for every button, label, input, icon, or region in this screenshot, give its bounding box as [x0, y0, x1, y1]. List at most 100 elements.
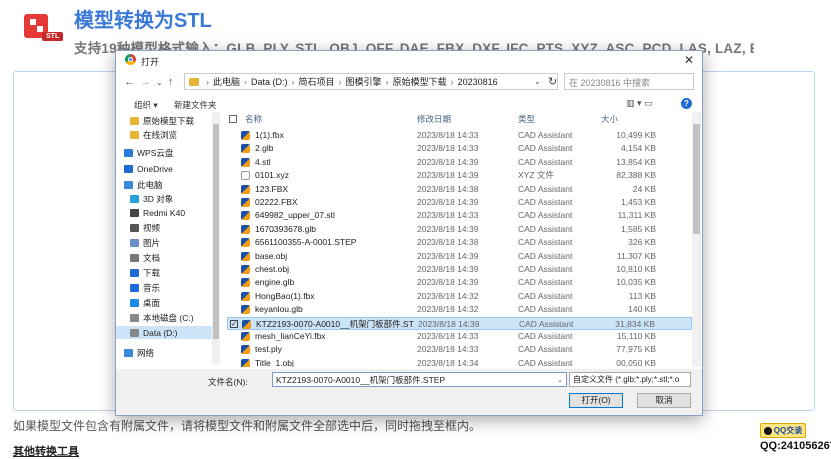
file-type: CAD Assistant	[519, 318, 574, 329]
open-file-dialog: 打开 ✕ ← → ⌄ ↑ › 此电脑 › Data (D:) › 简石项目 › 图模引擎 › 原始…	[115, 50, 703, 416]
up-arrow-icon[interactable]: ↑	[168, 76, 174, 88]
file-row[interactable]: 0101.xyz 2023/8/18 14:39 XYZ 文件 82,388 KB	[227, 169, 692, 182]
file-row[interactable]: 02222.FBX 2023/8/18 14:39 CAD Assistant 1,4…	[227, 196, 692, 209]
sidebar-item[interactable]: 文档	[116, 251, 212, 264]
cad-assistant-file-icon	[242, 319, 251, 329]
file-row[interactable]: ✓ KTZ2193-0070-A0010__机架门板部件.STEP 2023/8/1…	[227, 316, 692, 330]
checkbox-icon[interactable]: ✓	[230, 319, 238, 328]
sidebar-item[interactable]: Redmi K40	[116, 206, 212, 219]
sidebar-item[interactable]: 原始模型下载	[116, 114, 212, 127]
sidebar-item[interactable]: 在线浏览	[116, 128, 212, 141]
path-segment[interactable]: Data (D:)	[251, 77, 288, 87]
sidebar-item-label: 桌面	[143, 297, 161, 308]
file-type: XYZ 文件	[518, 170, 554, 181]
path-segment[interactable]: 原始模型下载	[393, 75, 447, 88]
filename-input[interactable]: KTZ2193-0070-A0010__机架门板部件.STEP	[272, 372, 567, 387]
new-folder-button[interactable]: 新建文件夹	[174, 99, 217, 111]
path-segment[interactable]: 简石项目	[299, 75, 335, 88]
open-button[interactable]: 打开(O)	[569, 393, 623, 408]
address-path[interactable]: › 此电脑 › Data (D:) › 简石项目 › 图模引擎 › 原始模型下载 › 20230816	[184, 73, 558, 90]
sidebar-item[interactable]: 视频	[116, 221, 212, 234]
chevron-down-icon[interactable]: ⌄	[557, 376, 563, 384]
sidebar-item-label: OneDrive	[137, 163, 173, 174]
sidebar-item[interactable]: 桌面	[116, 296, 212, 309]
cad-assistant-file-icon	[241, 251, 250, 261]
close-icon[interactable]: ✕	[684, 53, 694, 67]
file-name: 649982_upper_07.stl	[255, 210, 335, 221]
file-size: 11,311 KB	[617, 210, 656, 221]
column-header-type[interactable]: 类型	[518, 112, 535, 126]
file-type: CAD Assistant	[518, 223, 573, 234]
sidebar-item[interactable]: Data (D:)	[116, 326, 212, 339]
file-row[interactable]: keyanlou.glb 2023/8/18 14:32 CAD Assistant…	[227, 303, 692, 316]
sidebar-item[interactable]: WPS云盘	[116, 146, 212, 159]
sidebar-item[interactable]: OneDrive	[116, 162, 212, 175]
file-row[interactable]: test.ply 2023/8/18 14:33 CAD Assistant 77,9…	[227, 343, 692, 356]
path-segment[interactable]: 此电脑	[213, 75, 240, 88]
recent-locations-icon[interactable]: ⌄	[156, 78, 163, 87]
view-options-button[interactable]: ▥ ▾ ▭	[626, 98, 653, 109]
file-list-scroll-thumb[interactable]	[693, 124, 700, 234]
chevron-down-icon[interactable]: ⌄	[534, 77, 541, 86]
path-segment[interactable]: 图模引擎	[346, 75, 382, 88]
forward-arrow-icon[interactable]: →	[140, 76, 151, 88]
file-size: 1,585 KB	[621, 223, 656, 234]
sidebar-scrollbar[interactable]	[212, 112, 220, 365]
column-header-size[interactable]: 大小	[601, 112, 618, 126]
sidebar-item[interactable]: 3D 对象	[116, 192, 212, 205]
picture-icon	[130, 238, 139, 247]
file-row[interactable]: 2.glb 2023/8/18 14:33 CAD Assistant 4,154 K…	[227, 142, 692, 155]
path-segment[interactable]: 20230816	[458, 77, 498, 87]
file-type: CAD Assistant	[518, 156, 573, 167]
file-row[interactable]: 4.stl 2023/8/18 14:39 CAD Assistant 13,854 …	[227, 156, 692, 169]
cad-assistant-file-icon	[241, 358, 250, 367]
file-list-scrollbar[interactable]	[692, 112, 701, 367]
organize-button[interactable]: 组织 ▾	[134, 99, 158, 111]
sidebar-item-label: 网络	[137, 347, 155, 358]
column-header-name[interactable]: 名称	[245, 112, 262, 126]
sidebar-item-label: 本地磁盘 (C:)	[143, 312, 194, 323]
sidebar-item-label: 下载	[143, 267, 161, 278]
file-date: 2023/8/18 14:39	[417, 277, 479, 288]
file-row[interactable]: chest.obj 2023/8/18 14:39 CAD Assistant 10,…	[227, 263, 692, 276]
file-row[interactable]: mesh_lianCeYi.fbx 2023/8/18 14:33 CAD Assi…	[227, 330, 692, 343]
sidebar-item-label: Redmi K40	[143, 207, 186, 218]
sidebar-item[interactable]: 下载	[116, 266, 212, 279]
path-separator-icon: ›	[450, 76, 454, 87]
sidebar-item[interactable]: 此电脑	[116, 178, 212, 191]
file-row[interactable]: base.obj 2023/8/18 14:39 CAD Assistant 11,3…	[227, 250, 692, 263]
music-icon	[130, 283, 139, 292]
file-type-select[interactable]: 自定义文件 (*.glb;*.ply;*.stl;*.o	[569, 372, 691, 387]
other-tools-link[interactable]: 其他转换工具	[13, 443, 79, 459]
file-row[interactable]: HongBao(1).fbx 2023/8/18 14:32 CAD Assista…	[227, 290, 692, 303]
qq-penguin-icon	[763, 426, 772, 435]
sidebar-item[interactable]: 网络	[116, 346, 212, 359]
file-row[interactable]: 1670393678.glb 2023/8/18 14:39 CAD Assista…	[227, 223, 692, 236]
file-row[interactable]: 649982_upper_07.stl 2023/8/18 14:33 CAD As…	[227, 209, 692, 222]
dialog-titlebar[interactable]: 打开 ✕	[116, 51, 702, 69]
sidebar-item[interactable]: 本地磁盘 (C:)	[116, 311, 212, 324]
path-separator-icon: ›	[338, 76, 342, 87]
file-row[interactable]: Title_1.obj 2023/8/18 14:34 CAD Assistant 0…	[227, 357, 692, 367]
file-size: 24 KB	[632, 183, 656, 194]
refresh-icon[interactable]: ↻	[548, 75, 557, 88]
column-header-date[interactable]: 修改日期	[417, 112, 451, 126]
file-type: CAD Assistant	[518, 183, 573, 194]
qq-chat-button[interactable]: QQ交谈	[760, 423, 806, 438]
drive-icon	[130, 313, 139, 322]
back-arrow-icon[interactable]: ←	[124, 76, 135, 88]
file-type: CAD Assistant	[518, 277, 573, 288]
file-size: 10,035 KB	[616, 277, 656, 288]
help-icon[interactable]: ?	[681, 98, 692, 109]
sidebar-item[interactable]: 音乐	[116, 281, 212, 294]
cancel-button[interactable]: 取消	[637, 393, 691, 408]
sidebar-item[interactable]: 图片	[116, 236, 212, 249]
file-row[interactable]: engine.glb 2023/8/18 14:39 CAD Assistant 10…	[227, 276, 692, 289]
select-all-checkbox[interactable]	[229, 115, 237, 123]
file-row[interactable]: 6561100355-A-0001.STEP 2023/8/18 14:38 CAD…	[227, 236, 692, 249]
search-input[interactable]: 在 20230816 中搜索	[564, 73, 694, 90]
file-row[interactable]: 1(1).fbx 2023/8/18 14:33 CAD Assistant 10,4…	[227, 129, 692, 142]
sidebar-item-label: 原始模型下载	[143, 115, 195, 126]
file-row[interactable]: 123.FBX 2023/8/18 14:38 CAD Assistant 24 KB	[227, 183, 692, 196]
sidebar-scroll-thumb[interactable]	[213, 124, 219, 339]
